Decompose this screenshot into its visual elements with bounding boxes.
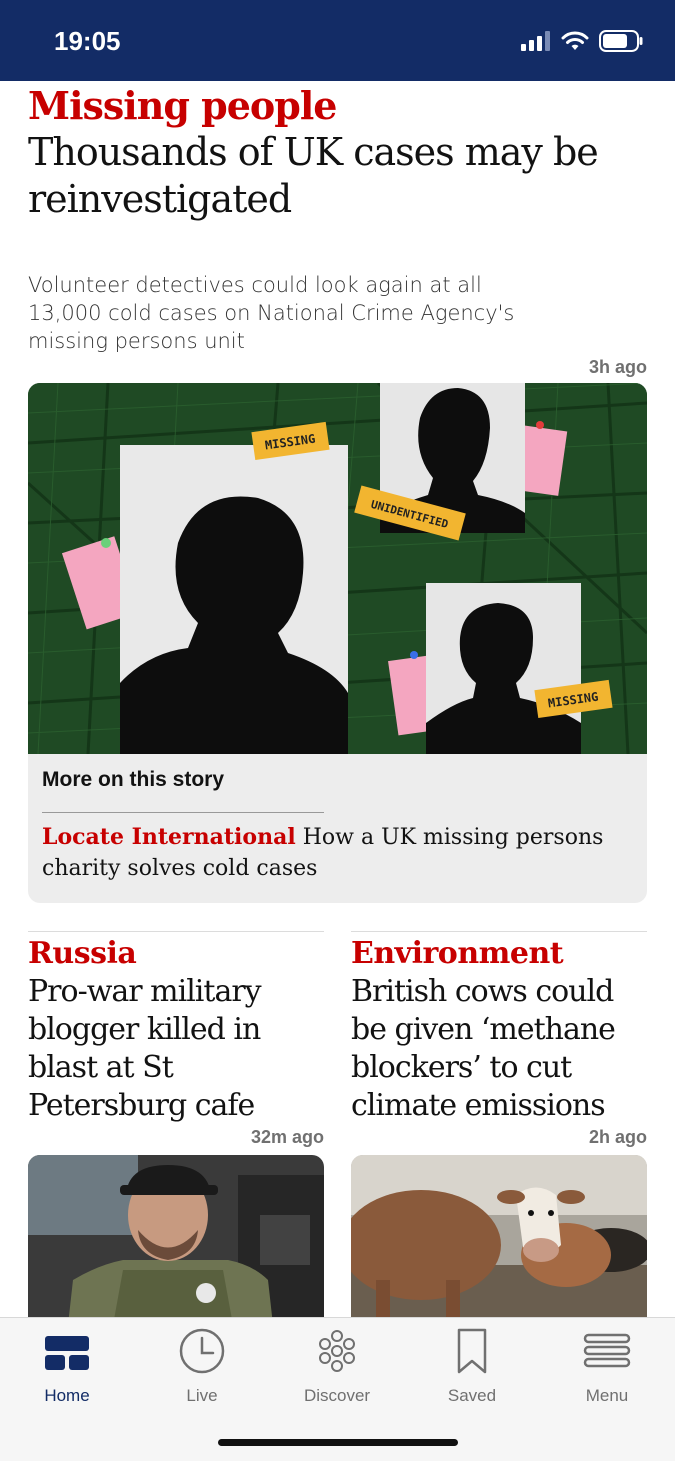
- status-time: 19:05: [54, 26, 121, 56]
- card-kicker: Russia: [28, 936, 137, 971]
- tab-discover[interactable]: Discover: [277, 1326, 397, 1406]
- card-timestamp: 32m ago: [250, 1127, 324, 1147]
- battery-icon: [599, 30, 643, 52]
- home-icon: [45, 1336, 89, 1370]
- lead-kicker[interactable]: Missing people: [28, 83, 337, 128]
- more-on-this-story-title: More on this story: [42, 768, 225, 791]
- lead-standfirst: Volunteer detectives could look again at…: [28, 273, 515, 353]
- card-headline: Pro-war military blogger killed in blast…: [28, 974, 262, 1123]
- menu-icon: [583, 1333, 631, 1368]
- bookmark-icon: [457, 1328, 487, 1374]
- clock-icon: [179, 1328, 225, 1374]
- card-image-blogger: [28, 1155, 324, 1317]
- discover-icon: [319, 1330, 355, 1372]
- story-card-russia[interactable]: Russia Pro-war military blogger killed i…: [28, 931, 324, 1317]
- tab-home-label: Home: [44, 1386, 90, 1405]
- lead-headline[interactable]: Thousands of UK cases may be reinvestiga…: [28, 129, 648, 223]
- lead-timestamp: 3h ago: [588, 357, 647, 377]
- news-feed[interactable]: Missing people Thousands of UK cases may…: [0, 81, 675, 1317]
- signal-icon: [521, 31, 550, 51]
- related-kicker: Locate International: [42, 824, 296, 850]
- card-kicker: Environment: [351, 936, 564, 971]
- home-indicator: [218, 1439, 458, 1446]
- tab-discover-label: Discover: [303, 1386, 371, 1405]
- related-story-link[interactable]: Locate International How a UK missing pe…: [42, 822, 622, 884]
- card-headline: British cows could be given ‘methane blo…: [351, 974, 616, 1123]
- tab-menu[interactable]: Menu: [547, 1326, 667, 1406]
- card-divider: [351, 931, 647, 932]
- tab-home[interactable]: Home: [7, 1326, 127, 1406]
- card-image-cows: [351, 1155, 647, 1317]
- tab-live-label: Live: [186, 1386, 218, 1405]
- card-divider: [28, 931, 324, 932]
- missing-people-illustration: MISSING UNIDENTIFIED MISSING: [28, 383, 647, 754]
- status-bar: 19:05: [0, 0, 675, 81]
- tab-live[interactable]: Live: [142, 1326, 262, 1406]
- story-card-environment[interactable]: Environment British cows could be given …: [351, 931, 647, 1317]
- status-icons: [521, 30, 643, 52]
- tab-saved-label: Saved: [447, 1386, 497, 1405]
- lead-story-image[interactable]: MISSING UNIDENTIFIED MISSING: [28, 383, 647, 754]
- more-divider: [42, 812, 324, 813]
- wifi-icon: [561, 31, 589, 50]
- tab-menu-label: Menu: [585, 1386, 629, 1405]
- tab-saved[interactable]: Saved: [412, 1326, 532, 1406]
- card-timestamp: 2h ago: [588, 1127, 647, 1147]
- more-on-this-story: More on this story Locate International …: [28, 754, 647, 903]
